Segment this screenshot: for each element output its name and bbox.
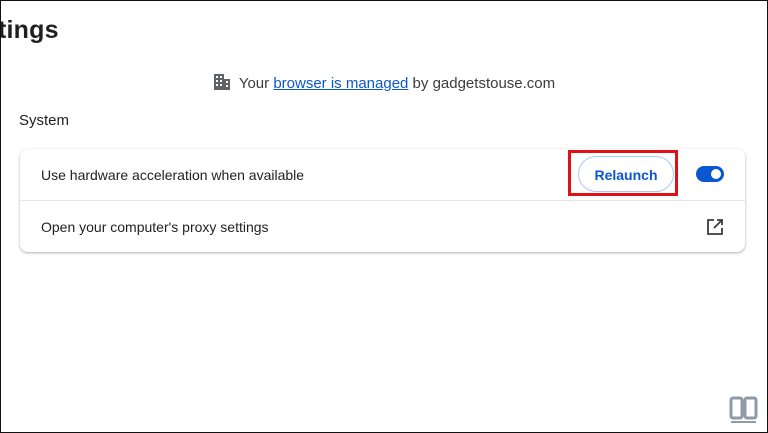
building-icon bbox=[213, 73, 231, 95]
system-settings-card: Use hardware acceleration when available… bbox=[20, 149, 745, 252]
proxy-settings-row[interactable]: Open your computer's proxy settings bbox=[20, 201, 745, 252]
managed-suffix: by gadgetstouse.com bbox=[408, 75, 556, 92]
open-in-new-icon[interactable] bbox=[706, 218, 724, 236]
toggle-knob bbox=[711, 169, 721, 179]
managed-notice: Your browser is managed by gadgetstouse.… bbox=[1, 73, 767, 95]
proxy-settings-label: Open your computer's proxy settings bbox=[41, 218, 269, 235]
hardware-acceleration-label: Use hardware acceleration when available bbox=[41, 166, 305, 183]
hardware-acceleration-toggle[interactable] bbox=[696, 166, 724, 182]
relaunch-button[interactable]: Relaunch bbox=[578, 156, 674, 192]
managed-link[interactable]: browser is managed bbox=[273, 75, 408, 92]
managed-prefix: Your bbox=[238, 75, 274, 92]
settings-window: tings Your browser is managed by gadgets… bbox=[0, 0, 768, 433]
hardware-acceleration-row: Use hardware acceleration when available… bbox=[20, 149, 745, 201]
section-title-system: System bbox=[19, 112, 70, 129]
gadgetstouse-logo bbox=[729, 396, 759, 426]
page-title: tings bbox=[0, 16, 59, 44]
